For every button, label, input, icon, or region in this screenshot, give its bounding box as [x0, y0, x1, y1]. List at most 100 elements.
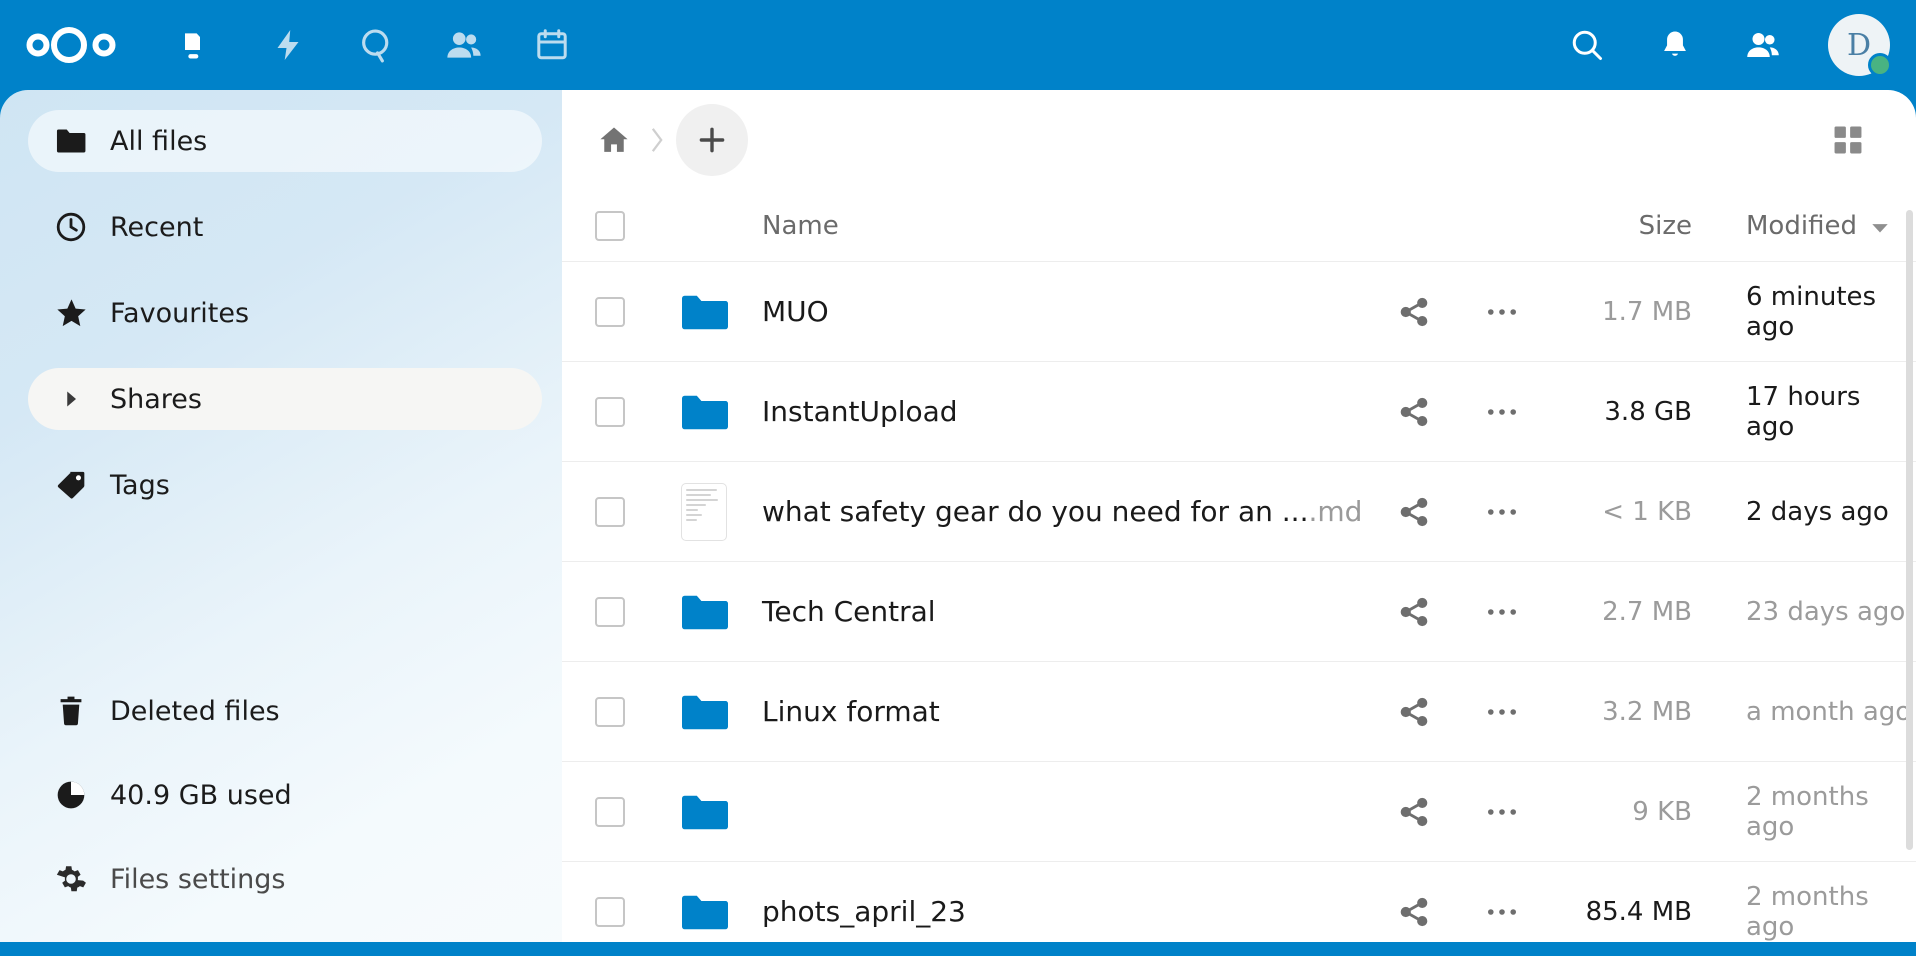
- row-checkbox-cell: [562, 397, 658, 427]
- avatar[interactable]: D: [1828, 14, 1890, 76]
- file-size: 3.2 MB: [1546, 697, 1696, 727]
- sidebar-item-label: Recent: [110, 214, 203, 241]
- row-checkbox-cell: [562, 897, 658, 927]
- file-name[interactable]: MUO: [750, 295, 1370, 328]
- markdown-file-icon: [681, 483, 727, 541]
- more-actions-icon[interactable]: [1458, 906, 1546, 918]
- sidebar-item-recent[interactable]: Recent: [28, 196, 542, 258]
- share-icon[interactable]: [1370, 595, 1458, 629]
- nextcloud-app: D All files: [0, 0, 1916, 956]
- file-size: 9 KB: [1546, 797, 1696, 827]
- row-checkbox[interactable]: [595, 797, 625, 827]
- online-status-indicator: [1868, 53, 1892, 77]
- row-checkbox[interactable]: [595, 897, 625, 927]
- nav-app-files[interactable]: [170, 15, 230, 75]
- share-icon[interactable]: [1370, 795, 1458, 829]
- row-checkbox[interactable]: [595, 297, 625, 327]
- file-modified: 17 hours ago: [1696, 382, 1916, 442]
- sidebar-item-storage-quota[interactable]: 40.9 GB used: [28, 764, 542, 826]
- more-actions-icon[interactable]: [1458, 506, 1546, 518]
- more-actions-icon[interactable]: [1458, 606, 1546, 618]
- column-header-size[interactable]: Size: [1546, 211, 1696, 241]
- row-checkbox-cell: [562, 597, 658, 627]
- file-type-icon-cell: [658, 392, 750, 432]
- sidebar-item-files-settings[interactable]: Files settings: [28, 848, 542, 910]
- header-actions: D: [1558, 14, 1890, 76]
- bell-icon[interactable]: [1646, 16, 1704, 74]
- sidebar-primary-list: All files Recent: [28, 90, 562, 540]
- app-body: All files Recent: [0, 90, 1916, 956]
- chevron-right-icon[interactable]: [54, 382, 88, 416]
- table-row[interactable]: 9 KB2 months ago: [562, 762, 1916, 862]
- new-file-button[interactable]: [676, 104, 748, 176]
- share-icon[interactable]: [1370, 495, 1458, 529]
- sidebar-item-all-files[interactable]: All files: [28, 110, 542, 172]
- file-type-icon-cell: [658, 292, 750, 332]
- sidebar-item-shares[interactable]: Shares: [28, 368, 542, 430]
- table-row[interactable]: what safety gear do you need for an ....…: [562, 462, 1916, 562]
- table-row[interactable]: InstantUpload3.8 GB17 hours ago: [562, 362, 1916, 462]
- row-checkbox-cell: [562, 797, 658, 827]
- sidebar-item-label: Files settings: [110, 866, 286, 893]
- file-name[interactable]: InstantUpload: [750, 395, 1370, 428]
- pie-chart-icon: [54, 778, 88, 812]
- nav-app-contacts[interactable]: [434, 15, 494, 75]
- file-modified: 2 months ago: [1696, 882, 1916, 942]
- more-actions-icon[interactable]: [1458, 806, 1546, 818]
- files-table: Name Size Modified MUO 1.7 MB6 minutes ag…: [562, 190, 1916, 956]
- file-size: < 1 KB: [1546, 497, 1696, 527]
- table-row[interactable]: Tech Central2.7 MB23 days ago: [562, 562, 1916, 662]
- file-type-icon-cell: [658, 892, 750, 932]
- file-name[interactable]: Linux format: [750, 695, 1370, 728]
- share-icon[interactable]: [1370, 395, 1458, 429]
- select-all-checkbox[interactable]: [595, 211, 625, 241]
- grid-view-icon[interactable]: [1822, 114, 1874, 166]
- folder-icon: [680, 892, 728, 932]
- breadcrumb-home-icon[interactable]: [586, 112, 642, 168]
- share-icon[interactable]: [1370, 295, 1458, 329]
- sidebar-item-label: Tags: [110, 472, 170, 499]
- sidebar-secondary-list: Deleted files 40.9 GB used: [28, 680, 562, 956]
- sidebar-item-favourites[interactable]: Favourites: [28, 282, 542, 344]
- more-actions-icon[interactable]: [1458, 406, 1546, 418]
- sidebar-item-label: Deleted files: [110, 698, 280, 725]
- nextcloud-logo[interactable]: [18, 0, 128, 90]
- file-size: 1.7 MB: [1546, 297, 1696, 327]
- table-row[interactable]: MUO 1.7 MB6 minutes ago: [562, 262, 1916, 362]
- vertical-scrollbar[interactable]: [1906, 210, 1913, 850]
- row-checkbox[interactable]: [595, 397, 625, 427]
- row-checkbox[interactable]: [595, 697, 625, 727]
- gear-icon: [54, 862, 88, 896]
- folder-icon: [680, 792, 728, 832]
- row-checkbox[interactable]: [595, 597, 625, 627]
- share-icon[interactable]: [1370, 895, 1458, 929]
- row-checkbox[interactable]: [595, 497, 625, 527]
- folder-icon: [680, 292, 728, 332]
- file-name[interactable]: Tech Central: [750, 595, 1370, 628]
- file-name[interactable]: phots_april_23: [750, 895, 1370, 928]
- select-all-checkbox-cell: [562, 211, 658, 241]
- nav-app-calendar[interactable]: [522, 15, 582, 75]
- file-modified: 2 months ago: [1696, 782, 1916, 842]
- sidebar-item-label: 40.9 GB used: [110, 782, 292, 809]
- clock-icon: [54, 210, 88, 244]
- file-modified: 6 minutes ago: [1696, 282, 1916, 342]
- column-header-name[interactable]: Name: [750, 211, 1370, 241]
- sidebar-item-tags[interactable]: Tags: [28, 454, 542, 516]
- sort-descending-icon: [1871, 211, 1889, 241]
- app-navigation-sidebar: All files Recent: [0, 90, 562, 956]
- more-actions-icon[interactable]: [1458, 306, 1546, 318]
- trash-icon: [54, 694, 88, 728]
- sidebar-item-deleted-files[interactable]: Deleted files: [28, 680, 542, 742]
- more-actions-icon[interactable]: [1458, 706, 1546, 718]
- table-row[interactable]: Linux format3.2 MBa month ago: [562, 662, 1916, 762]
- search-icon[interactable]: [1558, 16, 1616, 74]
- nav-app-unified-search[interactable]: [346, 15, 406, 75]
- file-name[interactable]: what safety gear do you need for an ....…: [750, 495, 1370, 528]
- column-header-modified[interactable]: Modified: [1696, 211, 1916, 241]
- contacts-menu-icon[interactable]: [1734, 16, 1792, 74]
- nav-app-activity[interactable]: [258, 15, 318, 75]
- breadcrumb-separator-icon: [642, 126, 672, 154]
- tag-icon: [54, 468, 88, 502]
- share-icon[interactable]: [1370, 695, 1458, 729]
